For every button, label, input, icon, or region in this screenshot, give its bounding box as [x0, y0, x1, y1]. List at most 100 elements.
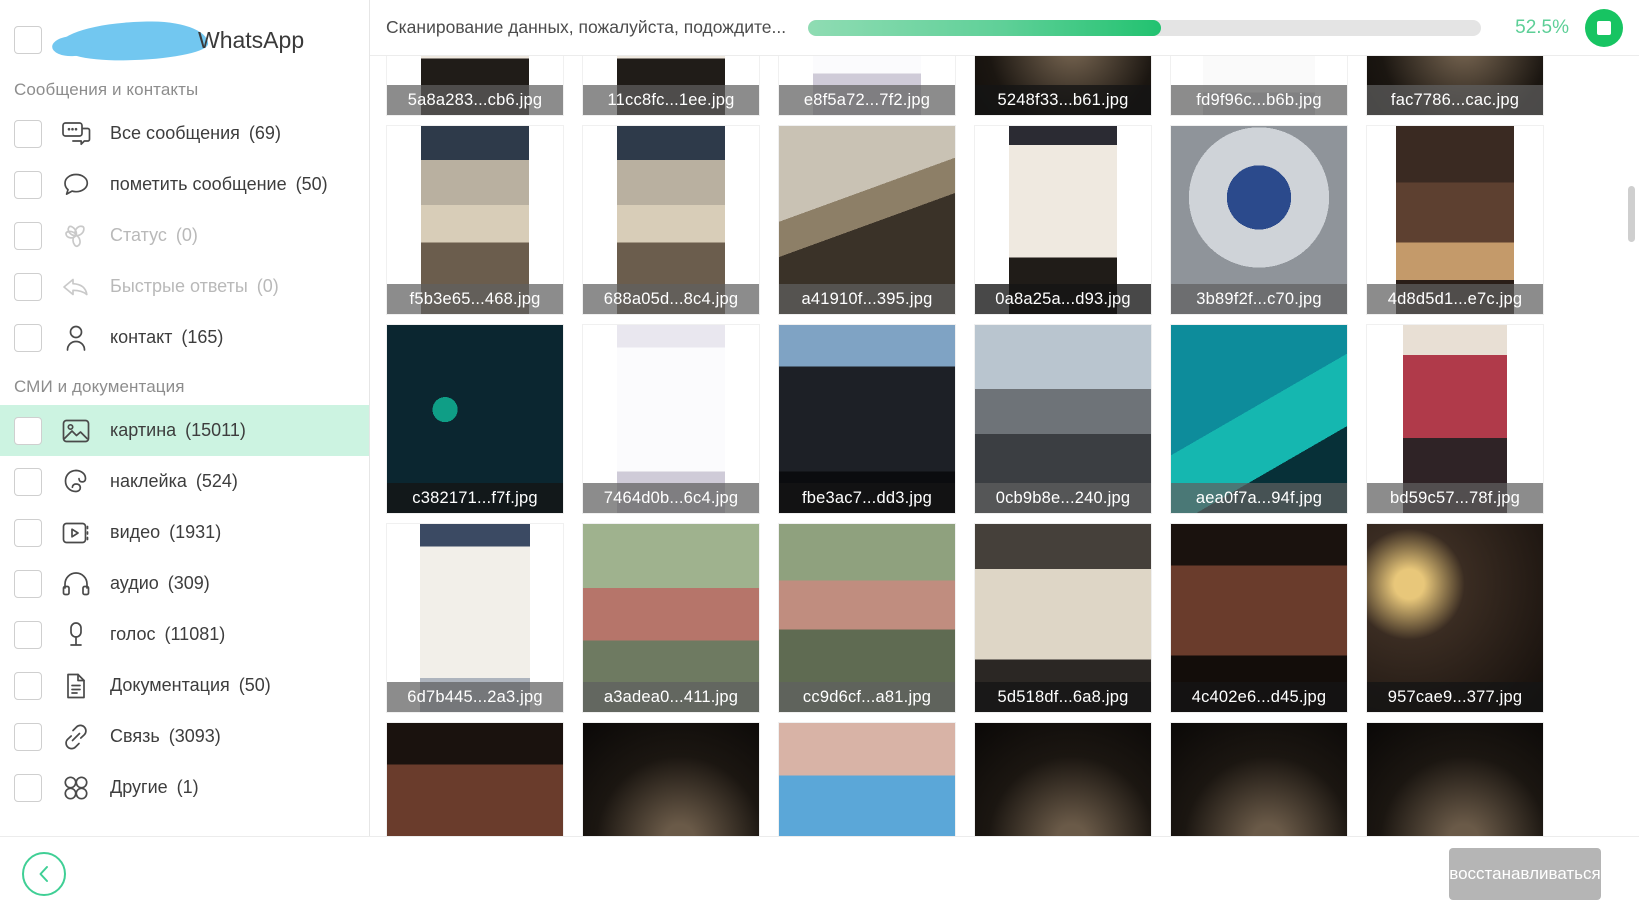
sidebar-item-documentation[interactable]: Документация (50) — [0, 660, 369, 711]
sidebar-count: (309) — [167, 573, 210, 593]
thumbnail-tile[interactable]: aea0f7a...94f.jpg — [1170, 324, 1348, 514]
sidebar-label: аудио — [110, 573, 159, 593]
thumbnail-tile[interactable]: 0a8a25a...d93.jpg — [974, 125, 1152, 315]
thumbnail-filename: 4d8d5d1...e7c.jpg — [1367, 284, 1543, 314]
thumbnail-tile[interactable]: 5a8a283...cb6.jpg — [386, 56, 564, 116]
stop-scan-button[interactable] — [1585, 8, 1623, 47]
sidebar-count: (1) — [176, 777, 199, 797]
sidebar-item-links[interactable]: Связь (3093) — [0, 711, 369, 762]
thumbnail-tile[interactable]: 11cc8fc...1ee.jpg — [582, 56, 760, 116]
app-window: WhatsApp Сообщения и контакты Все сообще… — [0, 0, 1639, 911]
sidebar-count: (0) — [175, 225, 198, 245]
thumbnail-tile[interactable]: e8f5a72...7f2.jpg — [778, 56, 956, 116]
thumbnail-tile[interactable]: c382171...f7f.jpg — [386, 324, 564, 514]
checkbox-mark-message[interactable] — [14, 170, 42, 199]
thumbnail-tile[interactable]: bd59c57...78f.jpg — [1366, 324, 1544, 514]
checkbox-documentation[interactable] — [14, 671, 42, 700]
sidebar-item-others[interactable]: Другие (1) — [0, 762, 369, 813]
thumbnail-tile[interactable]: cc9d6cf...a81.jpg — [778, 523, 956, 713]
checkbox-links[interactable] — [14, 722, 42, 751]
reply-arrow-icon — [56, 270, 96, 304]
sidebar: WhatsApp Сообщения и контакты Все сообще… — [0, 0, 370, 836]
thumbnail-filename: 957cae9...377.jpg — [1367, 682, 1543, 712]
thumbnail-tile[interactable]: fd9f96c...b6b.jpg — [1170, 56, 1348, 116]
scan-progress-fill — [808, 19, 1162, 36]
restore-button[interactable]: восстанавливаться — [1449, 848, 1601, 900]
thumbnail-filename: 4c402e6...d45.jpg — [1171, 682, 1347, 712]
sidebar-label: контакт — [110, 327, 173, 347]
thumbnail-tile[interactable]: 0cb9b8e...240.jpg — [974, 324, 1152, 514]
thumbnail-tile[interactable]: 7464d0b...6c4.jpg — [582, 324, 760, 514]
brand-checkbox[interactable] — [14, 26, 42, 54]
sidebar-item-mark-message[interactable]: пометить сообщение (50) — [0, 159, 369, 210]
sidebar-label: Все сообщения — [110, 123, 240, 143]
thumbnail-tile[interactable]: fbe3ac7...dd3.jpg — [778, 324, 956, 514]
group-title-media: СМИ и документация — [14, 377, 185, 396]
thumbnail-tile[interactable]: 4d8d5d1...e7c.jpg — [1366, 125, 1544, 315]
checkbox-audio[interactable] — [14, 569, 42, 598]
checkbox-video[interactable] — [14, 518, 42, 547]
thumbnail-filename: fd9f96c...b6b.jpg — [1171, 85, 1347, 115]
sidebar-item-voice[interactable]: голос (11081) — [0, 609, 369, 660]
video-icon — [56, 516, 96, 550]
thumbnail-tile[interactable]: 4c402e6...d45.jpg — [1170, 523, 1348, 713]
sidebar-item-contact[interactable]: контакт (165) — [0, 312, 369, 363]
thumbnail-tile[interactable]: fac7786...cac.jpg — [1366, 56, 1544, 116]
brand-row[interactable]: WhatsApp — [0, 14, 369, 66]
thumbnail-image — [583, 723, 759, 836]
checkbox-status[interactable] — [14, 221, 42, 250]
sidebar-count: (0) — [256, 276, 279, 296]
sidebar-item-sticker[interactable]: наклейка (524) — [0, 456, 369, 507]
thumbnail-tile[interactable]: 5248f33...b61.jpg — [974, 56, 1152, 116]
checkbox-voice[interactable] — [14, 620, 42, 649]
thumbnail-tile[interactable]: 5d518df...6a8.jpg — [974, 523, 1152, 713]
sidebar-item-video[interactable]: видео (1931) — [0, 507, 369, 558]
checkbox-others[interactable] — [14, 773, 42, 802]
thumbnail-grid: 5a8a283...cb6.jpg 11cc8fc...1ee.jpg e8f5a7… — [370, 56, 1610, 836]
thumbnail-tile[interactable]: 688a05d...8c4.jpg — [582, 125, 760, 315]
thumbnail-image — [779, 723, 955, 836]
sidebar-item-audio[interactable]: аудио (309) — [0, 558, 369, 609]
checkbox-all-messages[interactable] — [14, 119, 42, 148]
checkbox-picture[interactable] — [14, 416, 42, 445]
sidebar-item-picture[interactable]: картина (15011) — [0, 405, 369, 456]
sidebar-item-quick-replies[interactable]: Быстрые ответы (0) — [0, 261, 369, 312]
thumbnail-image — [1367, 723, 1543, 836]
sidebar-count: (524) — [195, 471, 238, 491]
thumbnail-filename: e8f5a72...7f2.jpg — [779, 85, 955, 115]
thumbnail-image — [975, 723, 1151, 836]
sidebar-label: картина — [110, 420, 177, 440]
thumbnail-tile[interactable] — [1170, 722, 1348, 836]
sidebar-count: (1931) — [169, 522, 222, 542]
thumbnail-tile[interactable]: 3b89f2f...c70.jpg — [1170, 125, 1348, 315]
sidebar-item-all-messages[interactable]: Все сообщения (69) — [0, 108, 369, 159]
sidebar-count: (15011) — [185, 420, 246, 440]
thumbnail-filename: f5b3e65...468.jpg — [387, 284, 563, 314]
thumbnail-tile[interactable] — [974, 722, 1152, 836]
sticker-icon — [56, 465, 96, 499]
sidebar-item-status[interactable]: Статус (0) — [0, 210, 369, 261]
thumbnail-tile[interactable] — [582, 722, 760, 836]
thumbnail-tile[interactable] — [386, 722, 564, 836]
thumbnail-tile[interactable]: 6d7b445...2a3.jpg — [386, 523, 564, 713]
checkbox-sticker[interactable] — [14, 467, 42, 496]
stop-square-icon — [1597, 20, 1611, 35]
thumbnail-preview — [779, 723, 955, 836]
thumbnail-filename: 11cc8fc...1ee.jpg — [583, 85, 759, 115]
thumbnail-tile[interactable]: a3adea0...411.jpg — [582, 523, 760, 713]
sidebar-count: (165) — [181, 327, 224, 347]
status-flower-icon — [56, 219, 96, 253]
checkbox-quick-replies[interactable] — [14, 272, 42, 301]
thumbnail-tile[interactable]: 957cae9...377.jpg — [1366, 523, 1544, 713]
thumbnail-preview — [1367, 723, 1543, 836]
thumbnail-tile[interactable] — [778, 722, 956, 836]
checkbox-contact[interactable] — [14, 323, 42, 352]
thumbnail-tile[interactable]: f5b3e65...468.jpg — [386, 125, 564, 315]
thumbnail-tile[interactable] — [1366, 722, 1544, 836]
thumbnail-tile[interactable]: a41910f...395.jpg — [778, 125, 956, 315]
back-button[interactable] — [22, 852, 66, 896]
thumbnail-filename: 5248f33...b61.jpg — [975, 85, 1151, 115]
thumbnail-image — [387, 723, 563, 836]
thumbnail-filename: a41910f...395.jpg — [779, 284, 955, 314]
grid-scrollbar-thumb[interactable] — [1628, 186, 1635, 242]
